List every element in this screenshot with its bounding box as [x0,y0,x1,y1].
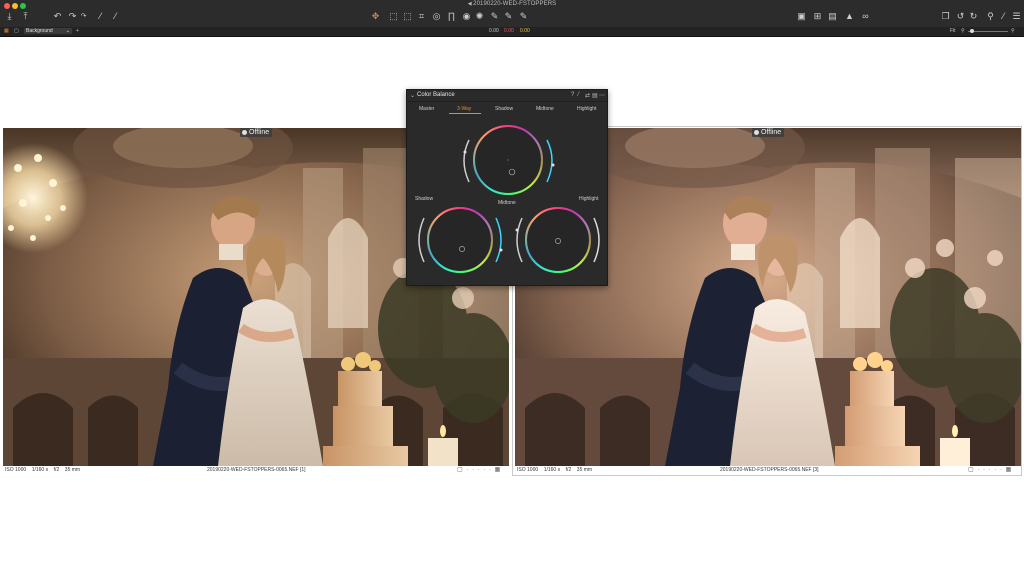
zoom-slider-handle[interactable] [970,29,974,33]
brush-tool-icon[interactable]: ◎ [431,11,442,22]
compare-icon[interactable]: ▣ [796,11,807,22]
shadow-color-wheel[interactable] [418,207,503,273]
pan-tool-icon[interactable]: ✥ [370,11,381,22]
filename-left: 20190220-WED-FSTOPPERS-0065.NEF [1] [207,467,306,473]
undo-icon[interactable]: ↶ [52,11,63,22]
master-color-wheel[interactable] [463,125,555,195]
clone-tool-icon[interactable]: ✺ [474,11,485,22]
list-icon[interactable]: ☰ [1011,11,1022,22]
gradient-tool-icon[interactable]: ∏ [446,11,457,22]
viewer-options-bar: ▦ ▢ Background ⌄ + 0.00 0.00 0.00 Fit ⚲ … [0,27,1024,37]
chevron-down-icon: ⌄ [65,28,70,34]
exif-left: ISO 1000 1/160 s f/2 35 mm [5,466,80,475]
aperture-right: f/2 [565,467,572,473]
window-title-text: 20190220-WED-FSTOPPERS [473,1,557,7]
rating-right[interactable]: ▢ · · · · · ▦ [968,466,1012,475]
zoom-out-icon[interactable]: ⚲ [961,28,965,35]
window-titlebar: ◀ 20190220-WED-FSTOPPERS ⤓ ⤒ ↶ ↷ ↷ ⁄ ⁄ ✥… [0,0,1024,28]
iso-left: ISO 1000 [5,467,27,473]
multi-view-icon[interactable]: ▦ [4,28,9,35]
offline-badge-left: Offline [240,128,273,137]
focal-right: 35 mm [576,467,593,473]
background-select[interactable]: Background ⌄ [24,28,72,34]
crop-tool-icon[interactable]: ⬚ [388,11,399,22]
zoom-in-icon[interactable]: ⚲ [1011,28,1015,35]
shutter-left: 1/160 s [31,467,49,473]
rotate-right-icon[interactable]: ↻ [968,11,979,22]
offline-icon [242,130,247,135]
aperture-left: f/2 [53,467,60,473]
zoom-fit-label[interactable]: Fit [950,28,956,35]
window-title: ◀ 20190220-WED-FSTOPPERS [467,1,557,7]
zoom-slider[interactable] [968,31,1008,32]
offline-label-left: Offline [249,129,270,136]
proof-icon[interactable]: ∞ [860,11,871,22]
warning-icon[interactable]: ▲ [844,11,855,22]
iso-right: ISO 1000 [517,467,539,473]
rgb-readout-red: 0.00 [504,28,514,34]
filename-right: 20190220-WED-FSTOPPERS-0065.NEF [3] [720,467,819,473]
offline-icon [754,130,759,135]
shutter-right: 1/160 s [543,467,561,473]
straighten-tool-icon[interactable]: ⬚ [402,11,413,22]
export-icon[interactable]: ⤒ [20,11,31,22]
highlight-color-wheel[interactable] [515,207,600,273]
offline-label-right: Offline [761,129,782,136]
grid-icon[interactable]: ⊞ [812,11,823,22]
redo-alt-icon[interactable]: ↷ [78,11,89,22]
exif-right: ISO 1000 1/160 s f/2 35 mm [517,466,592,475]
rotate-left-icon[interactable]: ↺ [955,11,966,22]
color-balance-panel[interactable]: ⌄ Color Balance ? ⁄ ⇄ ▤ ⋯ Master 3-Way S… [406,89,608,286]
exposure-readout: 0.00 [489,28,499,34]
reset-icon[interactable]: ⚲ [985,11,996,22]
add-icon[interactable]: + [76,28,79,35]
background-select-label: Background [26,28,53,34]
browser-icon[interactable]: ▤ [827,11,838,22]
import-icon[interactable]: ⤓ [4,11,15,22]
magic-wand-icon[interactable]: ⁄ [95,11,106,22]
copy-icon[interactable]: ❐ [940,11,951,22]
heal-tool-icon[interactable]: ◉ [461,11,472,22]
picker3-tool-icon[interactable]: ✎ [518,11,529,22]
picker2-tool-icon[interactable]: ✎ [503,11,514,22]
adjust-icon[interactable]: ⁄ [998,11,1009,22]
rgb-readout-yellow: 0.00 [520,28,530,34]
focal-left: 35 mm [64,467,81,473]
rating-left[interactable]: ▢ · · · · · ▦ [457,466,501,475]
single-view-icon[interactable]: ▢ [14,28,19,35]
picker-icon[interactable]: ⁄ [110,11,121,22]
erase-tool-icon[interactable]: ✎ [489,11,500,22]
keystone-tool-icon[interactable]: ⌗ [416,11,427,22]
color-wheels [418,125,600,273]
offline-badge-right: Offline [752,128,785,137]
redo-icon[interactable]: ↷ [67,11,78,22]
